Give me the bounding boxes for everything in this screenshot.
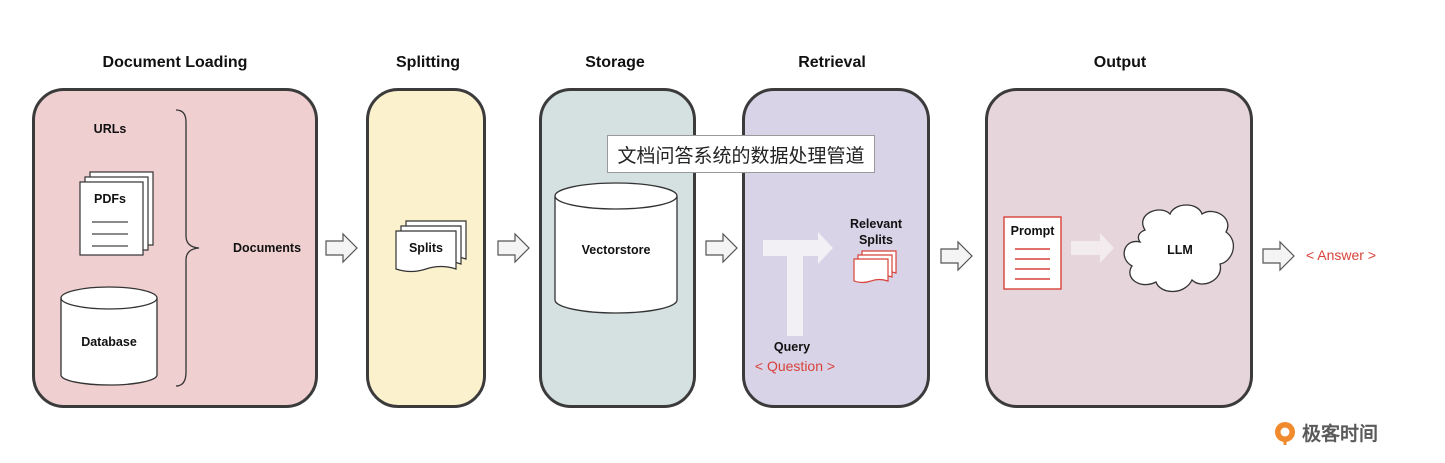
- flow-arrow-5: [1262, 240, 1295, 272]
- flow-arrow-1: [325, 232, 358, 264]
- database-label: Database: [81, 335, 137, 349]
- urls-label: URLs: [93, 122, 127, 136]
- brand-name: 极客时间: [1302, 424, 1379, 445]
- prompt-to-llm-arrow: [1071, 233, 1114, 263]
- relevant-splits-label-line2: Splits: [858, 233, 894, 247]
- diagram-caption: 文档问答系统的数据处理管道: [607, 135, 875, 173]
- diagram-graphics: [60, 109, 1295, 387]
- splits-label: Splits: [408, 241, 444, 255]
- prompt-label: Prompt: [1010, 224, 1055, 238]
- flow-arrow-2: [497, 232, 530, 264]
- vectorstore-label: Vectorstore: [581, 243, 651, 257]
- brand-watermark: 极客时间: [1272, 419, 1378, 446]
- relevant-splits-label-line1: Relevant: [849, 217, 903, 231]
- brand-logo-icon: [1275, 421, 1295, 445]
- flow-arrow-4: [940, 240, 973, 272]
- llm-label: LLM: [1167, 243, 1193, 257]
- retrieval-flow-arrow: [763, 232, 833, 336]
- pdf-document-icon: [79, 171, 154, 256]
- relevant-splits-icon: [853, 250, 897, 284]
- answer-label: < Answer >: [1305, 247, 1377, 263]
- query-label: Query: [773, 340, 811, 354]
- flow-arrow-3: [705, 232, 738, 264]
- grouping-brace: [175, 109, 200, 387]
- documents-label: Documents: [232, 241, 302, 255]
- pdfs-label: PDFs: [94, 192, 126, 206]
- question-label: < Question >: [754, 358, 836, 374]
